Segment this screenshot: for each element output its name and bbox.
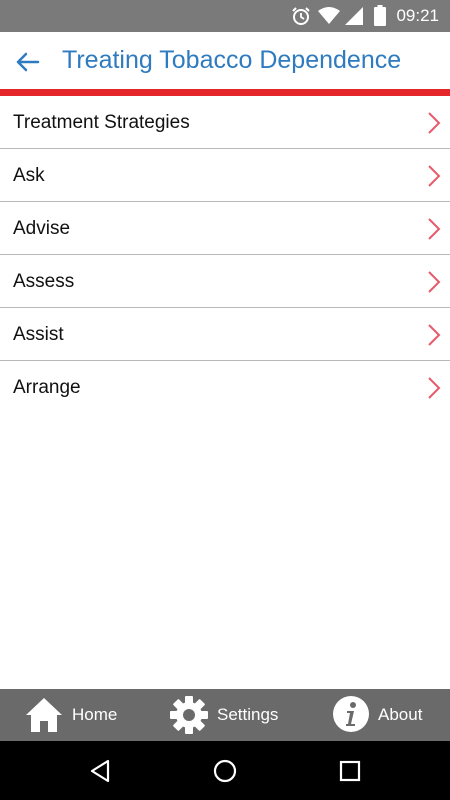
list-item-label: Arrange (13, 377, 81, 398)
chevron-right-icon (428, 271, 441, 293)
status-time: 09:21 (396, 6, 439, 25)
nav-home-button[interactable]: Home (0, 689, 140, 741)
wifi-icon (318, 7, 340, 24)
list-item-label: Advise (13, 218, 71, 239)
nav-settings-label: Settings (217, 705, 279, 724)
list-item-advise[interactable]: Advise (0, 202, 450, 255)
battery-icon (374, 5, 386, 26)
nav-about-label: About (378, 705, 423, 724)
list-item-treatment-strategies[interactable]: Treatment Strategies (0, 96, 450, 149)
menu-list: Treatment Strategies Ask Advise Assess A… (0, 96, 450, 414)
list-item-label: Treatment Strategies (13, 112, 190, 133)
list-item-label: Ask (13, 165, 45, 186)
bottom-nav: Home Settings About (0, 689, 450, 741)
system-nav-bar (0, 741, 450, 800)
recents-square-icon[interactable] (336, 757, 364, 785)
list-item-label: Assess (13, 271, 75, 292)
info-icon (333, 696, 369, 732)
list-item-assess[interactable]: Assess (0, 255, 450, 308)
chevron-right-icon (428, 324, 441, 346)
nav-home-label: Home (72, 705, 118, 724)
chevron-right-icon (428, 165, 441, 187)
chevron-right-icon (428, 377, 441, 399)
list-item-label: Assist (13, 324, 64, 345)
header-accent-bar (0, 89, 450, 96)
signal-icon (345, 7, 363, 25)
list-item-arrange[interactable]: Arrange (0, 361, 450, 414)
chevron-right-icon (428, 112, 441, 134)
list-item-ask[interactable]: Ask (0, 149, 450, 202)
alarm-icon (292, 7, 310, 25)
home-icon (26, 698, 62, 732)
nav-about-button[interactable]: About (330, 689, 450, 741)
nav-settings-button[interactable]: Settings (160, 689, 300, 741)
status-bar: 09:21 (0, 0, 450, 32)
arrow-left-icon (16, 52, 40, 72)
app-header: Treating Tobacco Dependence (0, 32, 450, 90)
chevron-right-icon (428, 218, 441, 240)
home-circle-icon[interactable] (211, 757, 239, 785)
page-title: Treating Tobacco Dependence (62, 46, 402, 74)
list-item-assist[interactable]: Assist (0, 308, 450, 361)
back-triangle-icon[interactable] (86, 757, 114, 785)
back-button[interactable] (8, 46, 46, 78)
gear-icon (170, 696, 208, 734)
